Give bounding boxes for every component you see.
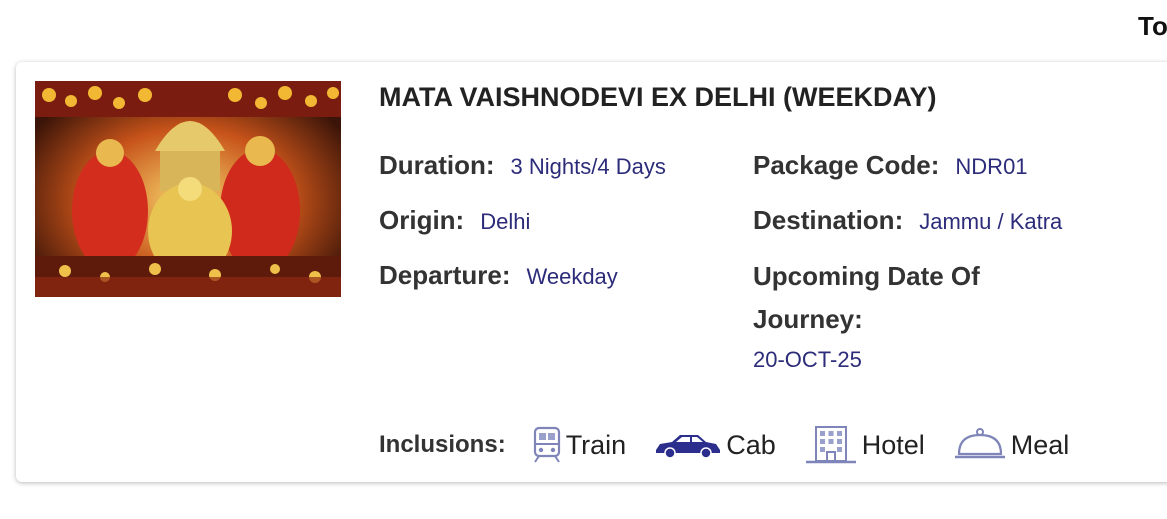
- package-image[interactable]: [35, 81, 341, 297]
- package-card[interactable]: MATA VAISHNODEVI EX DELHI (WEEKDAY) Dura…: [16, 62, 1167, 482]
- inclusion-train: Train: [532, 426, 627, 464]
- meal-icon: [953, 427, 1011, 463]
- duration-label: Duration:: [379, 150, 495, 180]
- inclusion-train-label: Train: [565, 429, 627, 460]
- inclusions-label: Inclusions:: [379, 431, 506, 458]
- package-code-label: Package Code:: [753, 150, 940, 180]
- package-code-row: Package Code: NDR01: [753, 150, 1028, 181]
- duration-value: 3 Nights/4 Days: [510, 154, 666, 179]
- destination-label: Destination:: [753, 205, 904, 235]
- inclusion-cab: Cab: [654, 430, 776, 461]
- origin-row: Origin: Delhi: [379, 205, 530, 236]
- origin-value: Delhi: [480, 209, 531, 234]
- inclusion-meal-label: Meal: [1010, 429, 1070, 460]
- departure-value: Weekday: [526, 264, 618, 289]
- destination-row: Destination: Jammu / Katra: [753, 205, 1062, 236]
- inclusion-cab-label: Cab: [726, 429, 776, 460]
- inclusion-hotel: Hotel: [804, 425, 925, 465]
- cab-icon: [654, 430, 726, 460]
- departure-row: Departure: Weekday: [379, 260, 618, 291]
- upcoming-date-value: 20-OCT-25: [753, 347, 862, 372]
- destination-value: Jammu / Katra: [919, 209, 1063, 234]
- inclusions-row: Inclusions: Train Cab Hotel Meal: [379, 423, 1097, 467]
- package-code-value: NDR01: [955, 154, 1028, 179]
- package-title[interactable]: MATA VAISHNODEVI EX DELHI (WEEKDAY): [379, 82, 937, 113]
- departure-label: Departure:: [379, 260, 511, 290]
- inclusion-hotel-label: Hotel: [861, 429, 925, 460]
- origin-label: Origin:: [379, 205, 465, 235]
- train-icon: [532, 426, 566, 464]
- duration-row: Duration: 3 Nights/4 Days: [379, 150, 666, 181]
- header-partial-text: To: [1138, 11, 1167, 41]
- hotel-icon: [804, 425, 862, 465]
- inclusion-meal: Meal: [953, 427, 1070, 463]
- upcoming-date-label: Upcoming Date Of Journey:: [753, 261, 980, 334]
